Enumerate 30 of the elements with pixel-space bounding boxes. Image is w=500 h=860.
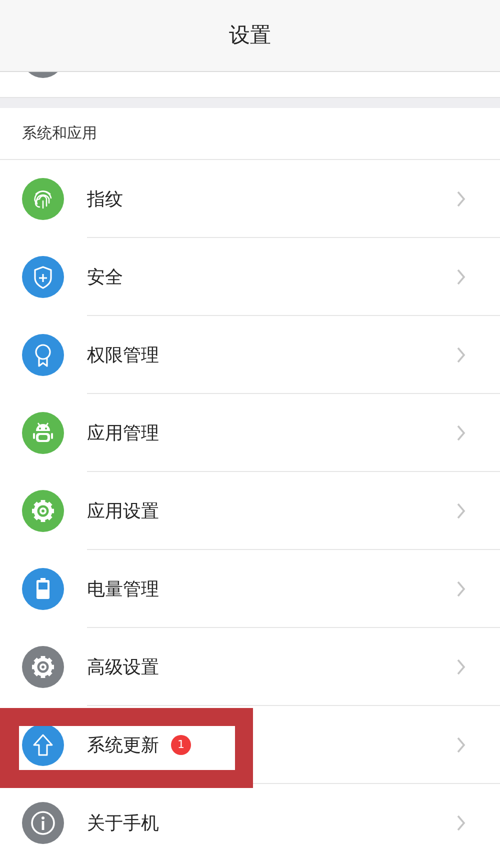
settings-row[interactable]: 应用设置 xyxy=(0,472,500,550)
section-title: 系统和应用 xyxy=(22,123,97,144)
row-label: 指纹 xyxy=(87,188,123,212)
settings-row[interactable]: 权限管理 xyxy=(0,316,500,394)
row-label: 安全 xyxy=(87,266,123,290)
chevron-icon xyxy=(456,659,466,675)
row-label: 权限管理 xyxy=(87,344,159,368)
count-badge: 1 xyxy=(171,735,191,755)
row-label: 系统更新 xyxy=(87,734,159,758)
chevron-icon xyxy=(456,581,466,597)
settings-row[interactable]: 应用管理 xyxy=(0,394,500,472)
row-label: 关于手机 xyxy=(87,812,159,836)
settings-row[interactable]: 安全 xyxy=(0,238,500,316)
chevron-icon xyxy=(456,815,466,831)
settings-row[interactable]: 电量管理 xyxy=(0,550,500,628)
row-label: 电量管理 xyxy=(87,578,159,602)
chevron-icon xyxy=(456,191,466,207)
row-label: 高级设置 xyxy=(87,656,159,680)
row-label: 应用管理 xyxy=(87,422,159,446)
settings-row[interactable]: 指纹 xyxy=(0,160,500,238)
chevron-icon xyxy=(456,503,466,519)
settings-row[interactable]: 高级设置 xyxy=(0,628,500,706)
chevron-icon xyxy=(456,347,466,363)
row-label: 应用设置 xyxy=(87,500,159,524)
chevron-icon xyxy=(456,425,466,441)
page-title: 设置 xyxy=(229,22,271,49)
settings-row[interactable]: 系统更新 1 xyxy=(0,706,500,784)
settings-row[interactable]: 关于手机 xyxy=(0,784,500,860)
chevron-icon xyxy=(456,269,466,285)
chevron-icon xyxy=(456,737,466,753)
